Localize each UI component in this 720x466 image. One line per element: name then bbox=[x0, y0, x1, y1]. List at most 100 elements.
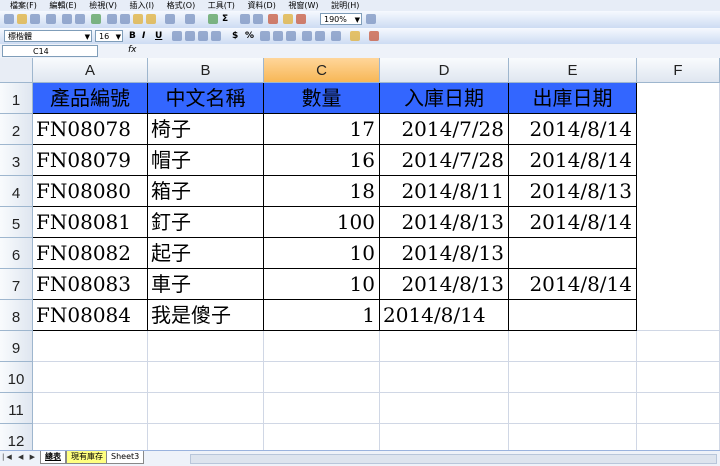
table-cell[interactable] bbox=[148, 424, 264, 450]
empty-cells-column-f[interactable] bbox=[637, 83, 720, 331]
table-cell[interactable]: 2014/8/14 bbox=[509, 114, 637, 145]
menu-file[interactable]: 檔案(F) bbox=[10, 0, 37, 11]
select-all-corner[interactable] bbox=[0, 58, 33, 83]
align-right-icon[interactable] bbox=[198, 31, 208, 41]
copy-icon[interactable] bbox=[120, 14, 130, 24]
table-cell[interactable] bbox=[637, 393, 720, 424]
menu-data[interactable]: 資料(D) bbox=[247, 0, 275, 11]
table-cell[interactable]: 帽子 bbox=[148, 145, 264, 176]
menu-window[interactable]: 視窗(W) bbox=[288, 0, 318, 11]
column-header-c[interactable]: C bbox=[264, 58, 380, 83]
header-cell-in-date[interactable]: 入庫日期 bbox=[380, 83, 509, 114]
align-center-icon[interactable] bbox=[185, 31, 195, 41]
table-cell[interactable] bbox=[380, 393, 509, 424]
borders-icon[interactable] bbox=[331, 31, 341, 41]
row-header[interactable]: 4 bbox=[0, 176, 33, 207]
percent-button[interactable]: % bbox=[245, 30, 254, 42]
table-cell[interactable] bbox=[148, 331, 264, 362]
table-cell[interactable]: 10 bbox=[264, 238, 380, 269]
help-icon[interactable] bbox=[366, 14, 376, 24]
row-header[interactable]: 2 bbox=[0, 114, 33, 145]
table-cell[interactable] bbox=[637, 331, 720, 362]
table-cell[interactable]: 2014/8/14 bbox=[380, 300, 509, 331]
table-cell[interactable] bbox=[637, 362, 720, 393]
table-cell[interactable]: FN08082 bbox=[33, 238, 148, 269]
decrease-decimal-icon[interactable] bbox=[286, 31, 296, 41]
table-cell[interactable] bbox=[33, 424, 148, 450]
spelling-icon[interactable] bbox=[91, 14, 101, 24]
table-cell[interactable]: 2014/8/11 bbox=[380, 176, 509, 207]
new-icon[interactable] bbox=[4, 14, 14, 24]
table-cell[interactable] bbox=[33, 331, 148, 362]
hyperlink-icon[interactable] bbox=[208, 14, 218, 24]
table-cell[interactable]: 1 bbox=[264, 300, 380, 331]
header-cell-name[interactable]: 中文名稱 bbox=[148, 83, 264, 114]
cut-icon[interactable] bbox=[107, 14, 117, 24]
align-left-icon[interactable] bbox=[172, 31, 182, 41]
table-cell[interactable] bbox=[509, 362, 637, 393]
drawing-icon[interactable] bbox=[283, 14, 293, 24]
undo-icon[interactable] bbox=[165, 14, 175, 24]
print-icon[interactable] bbox=[62, 14, 72, 24]
row-header[interactable]: 1 bbox=[0, 83, 33, 114]
row-header[interactable]: 10 bbox=[0, 362, 33, 393]
table-cell[interactable] bbox=[509, 331, 637, 362]
bold-button[interactable]: B bbox=[129, 30, 136, 42]
permission-icon[interactable] bbox=[46, 14, 56, 24]
row-header[interactable]: 12 bbox=[0, 424, 33, 450]
format-painter-icon[interactable] bbox=[146, 14, 156, 24]
sheet-tab-sheet3[interactable]: Sheet3 bbox=[106, 451, 145, 464]
chart-wizard-icon[interactable] bbox=[268, 14, 278, 24]
underline-button[interactable]: U bbox=[155, 30, 162, 42]
row-header[interactable]: 7 bbox=[0, 269, 33, 300]
header-cell-quantity[interactable]: 數量 bbox=[264, 83, 380, 114]
table-cell[interactable] bbox=[380, 362, 509, 393]
table-cell[interactable] bbox=[148, 393, 264, 424]
increase-indent-icon[interactable] bbox=[315, 31, 325, 41]
open-icon[interactable] bbox=[17, 14, 27, 24]
header-cell-product-id[interactable]: 產品編號 bbox=[33, 83, 148, 114]
table-cell[interactable] bbox=[509, 238, 637, 269]
merge-center-icon[interactable] bbox=[211, 31, 221, 41]
table-cell[interactable]: FN08080 bbox=[33, 176, 148, 207]
font-name-select[interactable]: 標楷體 ▼ bbox=[4, 30, 92, 42]
table-cell[interactable] bbox=[509, 300, 637, 331]
table-cell[interactable]: 2014/8/13 bbox=[509, 176, 637, 207]
table-cell[interactable]: 2014/7/28 bbox=[380, 114, 509, 145]
currency-button[interactable]: $ bbox=[232, 30, 238, 42]
italic-button[interactable]: I bbox=[142, 30, 145, 42]
row-header[interactable]: 5 bbox=[0, 207, 33, 238]
table-cell[interactable]: 2014/8/13 bbox=[380, 269, 509, 300]
save-icon[interactable] bbox=[30, 14, 40, 24]
comma-style-icon[interactable] bbox=[260, 31, 270, 41]
table-cell[interactable]: FN08083 bbox=[33, 269, 148, 300]
menu-tools[interactable]: 工具(T) bbox=[208, 0, 235, 11]
table-cell[interactable]: 2014/8/14 bbox=[509, 145, 637, 176]
autosum-icon[interactable]: Σ bbox=[222, 13, 228, 25]
table-cell[interactable]: 2014/8/13 bbox=[380, 207, 509, 238]
table-cell[interactable]: 箱子 bbox=[148, 176, 264, 207]
name-box[interactable]: C14 bbox=[2, 45, 98, 57]
print-preview-icon[interactable] bbox=[75, 14, 85, 24]
table-cell[interactable] bbox=[264, 362, 380, 393]
zoom-select[interactable]: 190% ▼ bbox=[320, 13, 362, 25]
table-cell[interactable] bbox=[509, 424, 637, 450]
redo-icon[interactable] bbox=[185, 14, 195, 24]
table-cell[interactable]: 起子 bbox=[148, 238, 264, 269]
font-size-select[interactable]: 16 ▼ bbox=[95, 30, 123, 42]
column-header-b[interactable]: B bbox=[148, 58, 264, 83]
table-cell[interactable]: 16 bbox=[264, 145, 380, 176]
row-header[interactable]: 11 bbox=[0, 393, 33, 424]
research-icon[interactable] bbox=[296, 14, 306, 24]
sort-desc-icon[interactable] bbox=[253, 14, 263, 24]
table-cell[interactable]: 2014/7/28 bbox=[380, 145, 509, 176]
menu-view[interactable]: 檢視(V) bbox=[89, 0, 117, 11]
table-cell[interactable] bbox=[264, 331, 380, 362]
table-cell[interactable]: 100 bbox=[264, 207, 380, 238]
table-cell[interactable]: 釘子 bbox=[148, 207, 264, 238]
column-header-e[interactable]: E bbox=[509, 58, 637, 83]
row-header[interactable]: 3 bbox=[0, 145, 33, 176]
table-cell[interactable]: 2014/8/14 bbox=[509, 269, 637, 300]
menu-edit[interactable]: 編輯(E) bbox=[49, 0, 76, 11]
menu-format[interactable]: 格式(O) bbox=[167, 0, 196, 11]
